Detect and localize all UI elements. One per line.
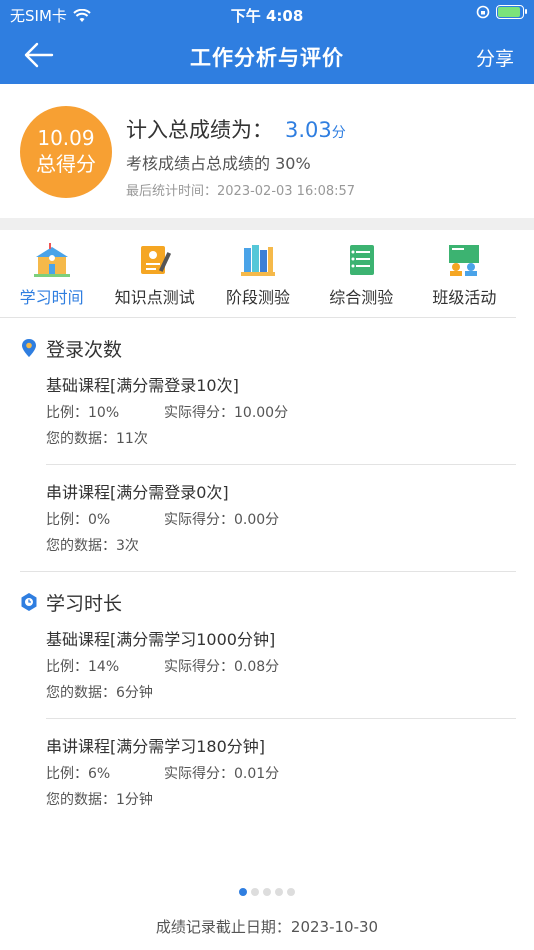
classroom-icon	[449, 245, 480, 276]
tab-stage-test[interactable]: 阶段测验	[206, 242, 309, 317]
page-dot[interactable]	[251, 888, 259, 896]
page-dot[interactable]	[287, 888, 295, 896]
tab-knowledge-test[interactable]: 知识点测试	[103, 242, 206, 317]
divider	[20, 571, 516, 572]
score-card: 10.09 总得分 计入总成绩为： 3.03分 考核成绩占总成绩的 30% 最后统…	[0, 84, 534, 218]
books-icon	[241, 245, 275, 276]
section-login-count: 登录次数 基础课程[满分需登录10次] 比例：10% 实际得分：10.00分 您的…	[0, 328, 534, 572]
share-button[interactable]: 分享	[476, 44, 514, 71]
score-subtitle: 考核成绩占总成绩的 30%	[126, 154, 311, 173]
section-title: 登录次数	[46, 338, 123, 361]
checklist-icon	[350, 245, 375, 275]
counted-score-value: 3.03	[285, 118, 332, 142]
location-pin-icon	[22, 339, 36, 357]
total-score-label: 总得分	[36, 152, 96, 176]
rotation-lock-icon	[476, 5, 490, 19]
id-card-icon	[140, 246, 171, 274]
divider	[0, 218, 534, 230]
list-item: 串讲课程[满分需学习180分钟] 比例：6% 实际得分：0.01分 您的数据：1分…	[46, 737, 280, 808]
status-bar: 无SIM卡 下午 4:08	[0, 0, 534, 28]
page-dot[interactable]	[239, 888, 247, 896]
score-headline: 计入总成绩为： 3.03分	[126, 118, 346, 142]
tab-study-time[interactable]: 学习时间	[0, 242, 103, 317]
list-item: 串讲课程[满分需登录0次] 比例：0% 实际得分：0.00分 您的数据：3次	[46, 483, 280, 554]
list-item: 基础课程[满分需学习1000分钟] 比例：14% 实际得分：0.08分 您的数据：…	[46, 622, 516, 719]
clock-icon	[21, 593, 37, 611]
total-score-value: 10.09	[37, 126, 95, 150]
list-item: 基础课程[满分需登录10次] 比例：10% 实际得分：10.00分 您的数据：11…	[46, 368, 516, 465]
total-score-badge: 10.09 总得分	[20, 106, 112, 198]
tab-comprehensive-test[interactable]: 综合测验	[310, 242, 413, 317]
stat-time: 最后统计时间：2023-02-03 16:08:57	[126, 184, 356, 199]
tab-class-activity[interactable]: 班级活动	[413, 242, 516, 317]
section-title: 学习时长	[46, 592, 123, 615]
category-tabs: 学习时间 知识点测试 阶段测验 综合测验 班级活动	[0, 230, 516, 318]
record-deadline: 成绩记录截止日期：2023-10-30	[155, 918, 379, 936]
page-title: 工作分析与评价	[190, 46, 344, 70]
battery-icon	[496, 5, 527, 19]
nav-bar: 工作分析与评价 分享	[0, 28, 534, 84]
section-study-duration: 学习时长 基础课程[满分需学习1000分钟] 比例：14% 实际得分：0.08分 …	[0, 582, 534, 825]
page-indicator[interactable]	[0, 888, 534, 896]
page-dot[interactable]	[263, 888, 271, 896]
page-dot[interactable]	[275, 888, 283, 896]
school-icon	[33, 243, 70, 277]
clock-time: 下午 4:08	[230, 7, 304, 25]
header: 无SIM卡 下午 4:08 工作分析与评价 分享	[0, 0, 534, 84]
